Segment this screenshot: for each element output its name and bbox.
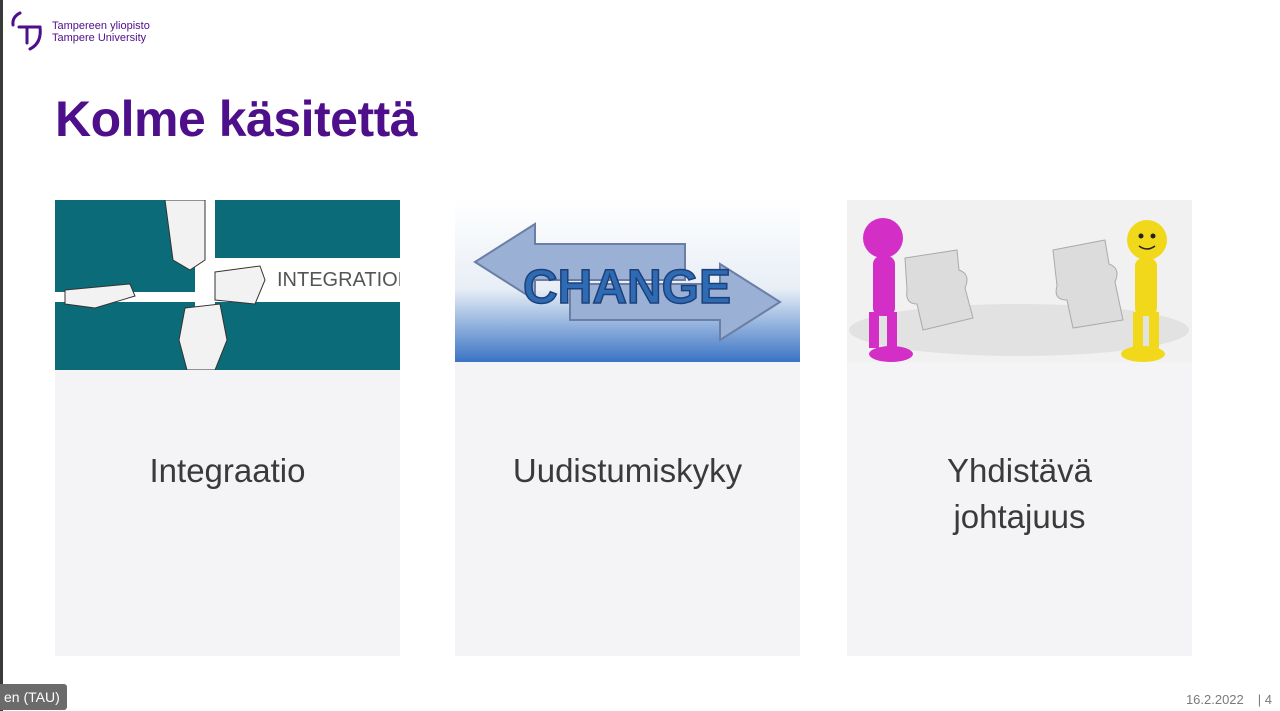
slide-date: 16.2.2022: [1185, 692, 1244, 707]
card-label-yhdistava-johtajuus: Yhdistävä johtajuus: [847, 448, 1192, 540]
leadership-image: [847, 200, 1192, 370]
university-logo: Tampereen yliopisto Tampere University: [10, 8, 150, 54]
presenter-name-badge: en (TAU): [0, 684, 67, 710]
card-integration: INTEGRATION Integraatio: [55, 200, 400, 656]
change-arrows-image: CHANGE: [455, 200, 800, 370]
card-label-uudistumiskyky: Uudistumiskyky: [512, 452, 743, 489]
slide-title: Kolme käsitettä: [55, 91, 418, 147]
puzzle-figures-image: [847, 200, 1192, 370]
slide-page-number: | 4: [1257, 692, 1272, 707]
integration-image-text: INTEGRATION: [277, 269, 400, 291]
puzzle-hands-image: INTEGRATION: [55, 200, 400, 370]
logo-line-1: Tampereen yliopisto: [52, 20, 150, 32]
logo-line-2: Tampere University: [52, 32, 147, 44]
integration-image: INTEGRATION: [55, 200, 400, 370]
card-leadership: Yhdistävä johtajuus: [847, 200, 1192, 656]
slide: Tampereen yliopisto Tampere University K…: [0, 0, 1280, 711]
slide-footer: 16.2.2022 | 4: [1186, 692, 1272, 707]
card-label-line-2: johtajuus: [953, 498, 1086, 535]
card-label-integraatio: Integraatio: [149, 452, 306, 489]
tampere-university-logo-icon: [11, 11, 42, 51]
window-edge: [0, 0, 3, 711]
change-image-text: CHANGE: [523, 261, 731, 314]
change-image: CHANGE: [455, 200, 800, 370]
card-change: CHANGE Uudistumiskyky: [455, 200, 800, 656]
card-label-line-1: Yhdistävä: [947, 452, 1092, 489]
